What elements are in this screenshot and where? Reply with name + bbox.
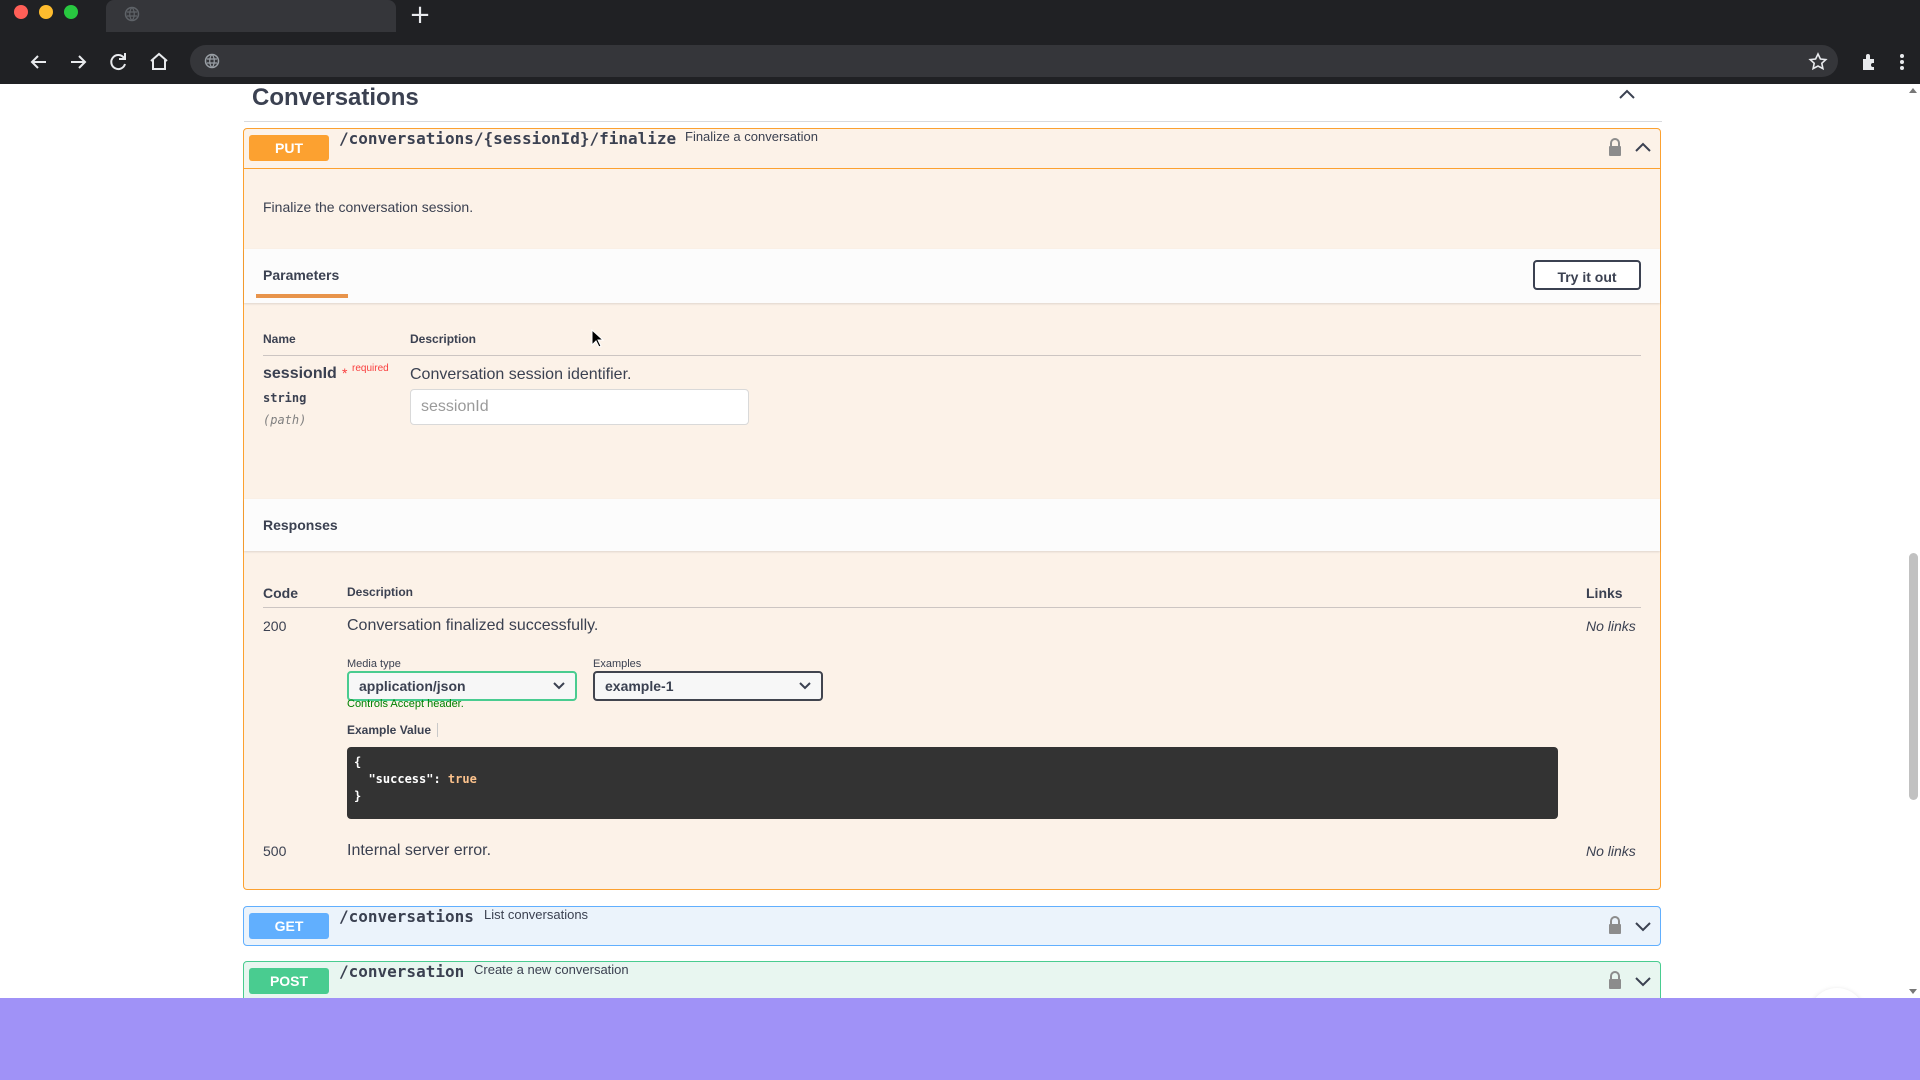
section-title[interactable]: Conversations <box>252 84 419 112</box>
cursor-icon <box>591 329 605 348</box>
chevron-up-icon[interactable] <box>1616 84 1638 106</box>
column-header-links: Links <box>1586 585 1623 601</box>
new-tab-button[interactable]: + <box>408 2 432 28</box>
opblock-get[interactable]: GET /conversations List conversations <box>243 906 1661 946</box>
try-it-out-button[interactable]: Try it out <box>1533 260 1641 290</box>
opblock-summary[interactable]: PUT /conversations/{sessionId}/finalize … <box>244 129 1660 169</box>
divider <box>263 607 1641 608</box>
operation-summary: Finalize a conversation <box>685 129 818 144</box>
method-badge: PUT <box>249 135 329 161</box>
examples-label: Examples <box>593 658 642 670</box>
star-icon[interactable] <box>1806 50 1830 74</box>
opblock-post[interactable]: POST /conversation Create a new conversa… <box>243 961 1661 998</box>
reload-icon[interactable] <box>104 48 132 76</box>
required-label: required <box>352 363 389 374</box>
chevron-down-icon <box>799 682 811 690</box>
globe-icon <box>204 53 220 69</box>
minimize-window-button[interactable] <box>39 5 53 19</box>
code-open-brace: { <box>354 755 362 769</box>
home-icon[interactable] <box>145 48 173 76</box>
column-header-description: Description <box>347 585 414 599</box>
operation-path[interactable]: /conversation <box>339 962 464 998</box>
divider <box>263 355 1641 356</box>
example-code-block: { "success": true } <box>347 747 1558 819</box>
tab-underline <box>256 294 348 298</box>
code-close-brace: } <box>354 789 362 803</box>
close-window-button[interactable] <box>14 5 28 19</box>
responses-header: Responses <box>244 499 1660 551</box>
lock-icon[interactable] <box>1607 137 1623 157</box>
grammarly-button[interactable]: g. <box>1809 988 1865 998</box>
scrollbar-thumb[interactable] <box>1909 553 1918 800</box>
response-description: Conversation finalized successfully. <box>347 617 599 634</box>
opblock-summary[interactable]: GET /conversations List conversations <box>244 907 1660 946</box>
web-page: Conversations PUT /conversations/{sessio… <box>0 84 1920 998</box>
column-header-name: Name <box>263 332 296 346</box>
examples-select[interactable]: example-1 <box>593 671 823 701</box>
column-header-description: Description <box>410 332 477 346</box>
address-bar[interactable] <box>190 45 1838 77</box>
response-code: 200 <box>263 618 287 634</box>
operation-description: Finalize the conversation session. <box>263 199 474 215</box>
media-type-label: Media type <box>347 658 401 670</box>
tab-example-value[interactable]: Example Value <box>347 723 431 737</box>
lock-icon[interactable] <box>1607 970 1623 990</box>
opblock-summary[interactable]: POST /conversation Create a new conversa… <box>244 962 1660 998</box>
response-code: 500 <box>263 843 287 859</box>
browser-tab[interactable] <box>106 0 396 32</box>
controls-accept-note: Controls Accept header. <box>347 698 464 710</box>
operation-path[interactable]: /conversations <box>339 907 474 946</box>
scroll-down-arrow[interactable] <box>1909 989 1917 994</box>
code-value: true <box>447 772 477 786</box>
media-type-select[interactable]: application/json <box>347 671 577 701</box>
parameter-location: (path) <box>263 413 307 427</box>
parameter-name: sessionId <box>263 365 337 382</box>
chevron-down-icon[interactable] <box>1632 915 1654 937</box>
response-links: No links <box>1586 843 1636 859</box>
responses-title: Responses <box>263 517 338 533</box>
opblock-put: PUT /conversations/{sessionId}/finalize … <box>243 128 1661 890</box>
globe-icon <box>124 6 140 22</box>
browser-chrome: + <box>0 0 1920 84</box>
chevron-up-icon[interactable] <box>1632 137 1654 159</box>
extensions-icon[interactable] <box>1858 50 1882 74</box>
required-star: * <box>342 365 348 381</box>
operation-path[interactable]: /conversations/{sessionId}/finalize <box>339 129 676 168</box>
method-badge: GET <box>249 913 329 939</box>
media-type-value: application/json <box>359 678 466 694</box>
response-description: Internal server error. <box>347 842 492 859</box>
examples-value: example-1 <box>605 678 674 694</box>
divider <box>437 723 438 737</box>
chevron-down-icon <box>553 682 565 690</box>
lock-icon[interactable] <box>1607 915 1623 935</box>
parameter-type: string <box>263 391 307 405</box>
parameter-description: Conversation session identifier. <box>410 366 632 383</box>
back-arrow-icon[interactable] <box>25 48 53 76</box>
scrollbar[interactable] <box>1906 84 1920 998</box>
operation-summary: Create a new conversation <box>474 962 629 977</box>
code-key: "success": <box>354 772 448 786</box>
session-id-input[interactable] <box>410 389 749 425</box>
tab-parameters[interactable]: Parameters <box>263 267 339 283</box>
operation-summary: List conversations <box>484 907 589 922</box>
maximize-window-button[interactable] <box>64 5 78 19</box>
chevron-down-icon[interactable] <box>1632 970 1654 992</box>
more-icon[interactable] <box>1894 50 1910 74</box>
method-badge: POST <box>249 968 329 994</box>
response-links: No links <box>1586 618 1636 634</box>
scroll-up-arrow[interactable] <box>1909 88 1917 93</box>
column-header-code: Code <box>263 585 298 601</box>
section-divider <box>244 121 1662 122</box>
forward-arrow-icon[interactable] <box>64 48 92 76</box>
parameters-header: Parameters Try it out <box>244 249 1660 303</box>
